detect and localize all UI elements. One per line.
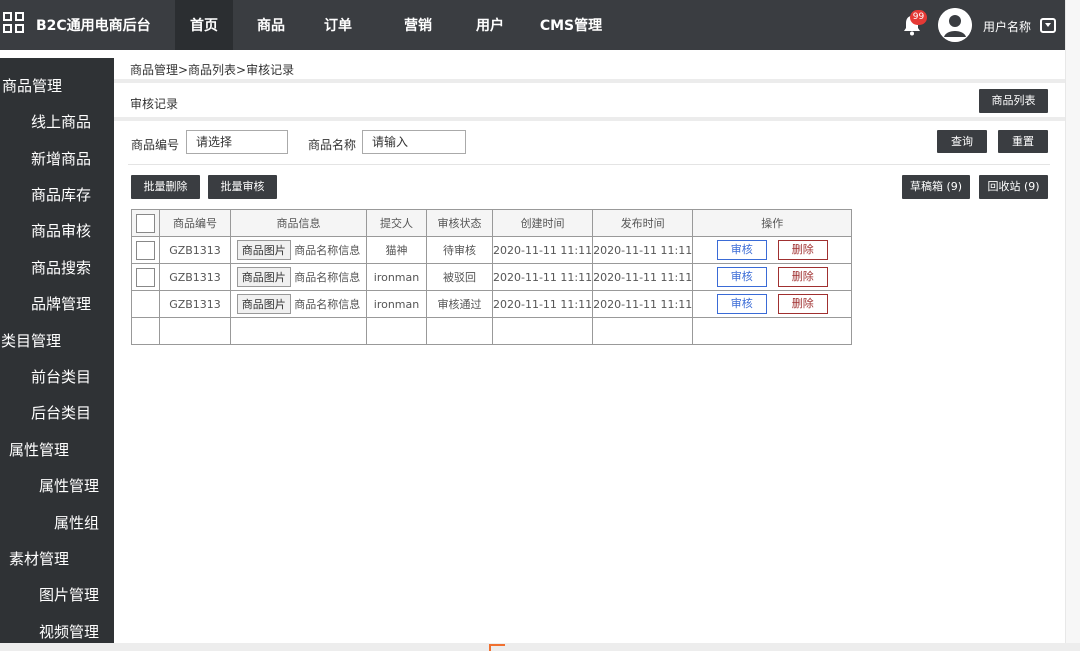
divider [114, 117, 1065, 121]
product-code: GZB1313 [159, 290, 231, 318]
sidebar-item-videos[interactable]: 视频管理 [39, 621, 99, 642]
review-button[interactable]: 审核 [716, 240, 767, 260]
published-time: 2020-11-11 11:11 [592, 290, 694, 318]
row-checkbox[interactable] [136, 267, 155, 287]
query-button[interactable]: 查询 [937, 130, 987, 153]
nav-marketing[interactable]: 营销 [393, 0, 443, 50]
sidebar-group-products[interactable]: 商品管理 [2, 75, 62, 96]
table-row: GZB1313 商品图片 商品名称信息 ironman 审核通过 2020-11… [131, 290, 853, 318]
product-code: GZB1313 [159, 236, 231, 264]
review-status: 待审核 [426, 236, 493, 264]
table-row: GZB1313 商品图片 商品名称信息 ironman 被驳回 2020-11-… [131, 263, 853, 291]
delete-button[interactable]: 删除 [777, 267, 828, 287]
header-published: 发布时间 [592, 209, 694, 237]
review-button[interactable]: 审核 [716, 267, 767, 287]
created-time: 2020-11-11 11:11 [491, 290, 594, 318]
sidebar-item-review[interactable]: 商品审核 [31, 220, 91, 241]
app-grid-icon[interactable] [3, 12, 25, 34]
sidebar-item-inventory[interactable]: 商品库存 [31, 184, 91, 205]
code-label: 商品编号 [131, 138, 180, 152]
divider [114, 79, 1065, 83]
sidebar-group-materials[interactable]: 素材管理 [9, 548, 69, 569]
batch-review-button[interactable]: 批量审核 [208, 175, 277, 199]
product-name: 商品名称信息 [294, 271, 361, 284]
product-name: 商品名称信息 [294, 244, 361, 257]
sidebar-item-search[interactable]: 商品搜索 [31, 257, 91, 278]
sidebar-item-brands[interactable]: 品牌管理 [31, 293, 91, 314]
row-checkbox[interactable] [136, 240, 155, 260]
review-records-table: 商品编号 商品信息 提交人 审核状态 创建时间 发布时间 操作 GZB1313 … [131, 209, 853, 345]
batch-delete-button[interactable]: 批量删除 [131, 175, 200, 199]
created-time: 2020-11-11 11:11 [491, 263, 594, 291]
delete-button[interactable]: 删除 [777, 240, 828, 260]
product-name: 商品名称信息 [294, 298, 361, 311]
name-label: 商品名称 [308, 138, 357, 152]
drafts-button[interactable]: 草稿箱 (9) [902, 175, 970, 199]
sidebar-item-new-product[interactable]: 新增商品 [31, 148, 91, 169]
review-status: 审核通过 [426, 290, 493, 318]
product-code: GZB1313 [159, 263, 231, 291]
notification-badge: 99 [910, 10, 927, 25]
product-list-button[interactable]: 商品列表 [979, 89, 1048, 113]
header-status: 审核状态 [426, 209, 493, 237]
nav-users[interactable]: 用户 [465, 0, 515, 50]
sidebar-group-attributes[interactable]: 属性管理 [9, 439, 69, 460]
nav-orders[interactable]: 订单 [313, 0, 363, 50]
divider [128, 164, 1050, 165]
sidebar-item-attribute-groups[interactable]: 属性组 [54, 512, 99, 533]
sidebar: 商品管理 线上商品 新增商品 商品库存 商品审核 商品搜索 品牌管理 类目管理 … [0, 58, 114, 651]
app-brand: B2C通用电商后台 [36, 18, 151, 34]
sidebar-item-attributes[interactable]: 属性管理 [39, 475, 99, 496]
breadcrumb: 商品管理>商品列表>审核记录 [130, 63, 295, 77]
published-time: 2020-11-11 11:11 [592, 236, 694, 264]
code-select[interactable]: 请选择 [186, 130, 288, 154]
bottom-bar [0, 643, 1080, 651]
submitter: ironman [366, 290, 427, 318]
header-code: 商品编号 [159, 209, 231, 237]
sidebar-group-categories[interactable]: 类目管理 [1, 330, 61, 351]
table-row: GZB1313 商品图片 商品名称信息 猫神 待审核 2020-11-11 11… [131, 236, 853, 264]
header-info: 商品信息 [230, 209, 367, 237]
header-created: 创建时间 [491, 209, 594, 237]
sidebar-item-online-products[interactable]: 线上商品 [31, 111, 91, 132]
nav-home[interactable]: 首页 [175, 0, 233, 50]
header-submitter: 提交人 [366, 209, 427, 237]
sidebar-item-front-categories[interactable]: 前台类目 [31, 366, 91, 387]
nav-cms[interactable]: CMS管理 [535, 0, 607, 50]
username[interactable]: 用户名称 [983, 18, 1031, 35]
recycle-bin-button[interactable]: 回收站 (9) [979, 175, 1048, 199]
taskbar-icon [489, 644, 505, 651]
chevron-down-icon[interactable] [1040, 18, 1056, 33]
published-time: 2020-11-11 11:11 [592, 263, 694, 291]
sidebar-item-images[interactable]: 图片管理 [39, 584, 99, 605]
product-image[interactable]: 商品图片 [236, 294, 291, 314]
delete-button[interactable]: 删除 [777, 294, 828, 314]
reset-button[interactable]: 重置 [998, 130, 1048, 153]
page-title: 审核记录 [130, 97, 179, 111]
page-scrollbar[interactable] [1065, 0, 1080, 651]
select-all-checkbox[interactable] [136, 213, 155, 233]
created-time: 2020-11-11 11:11 [491, 236, 594, 264]
sidebar-item-back-categories[interactable]: 后台类目 [31, 402, 91, 423]
product-image[interactable]: 商品图片 [236, 267, 291, 287]
submitter: ironman [366, 263, 427, 291]
submitter: 猫神 [366, 236, 427, 264]
name-input[interactable]: 请输入 [362, 130, 466, 154]
product-image[interactable]: 商品图片 [236, 240, 291, 260]
review-button[interactable]: 审核 [716, 294, 767, 314]
table-row-empty [131, 317, 853, 345]
avatar-icon[interactable] [938, 8, 972, 42]
review-status: 被驳回 [426, 263, 493, 291]
top-nav-bar: B2C通用电商后台 首页 商品 订单 营销 用户 CMS管理 99 用户名称 [0, 0, 1065, 50]
nav-products[interactable]: 商品 [246, 0, 296, 50]
header-actions: 操作 [692, 209, 853, 237]
